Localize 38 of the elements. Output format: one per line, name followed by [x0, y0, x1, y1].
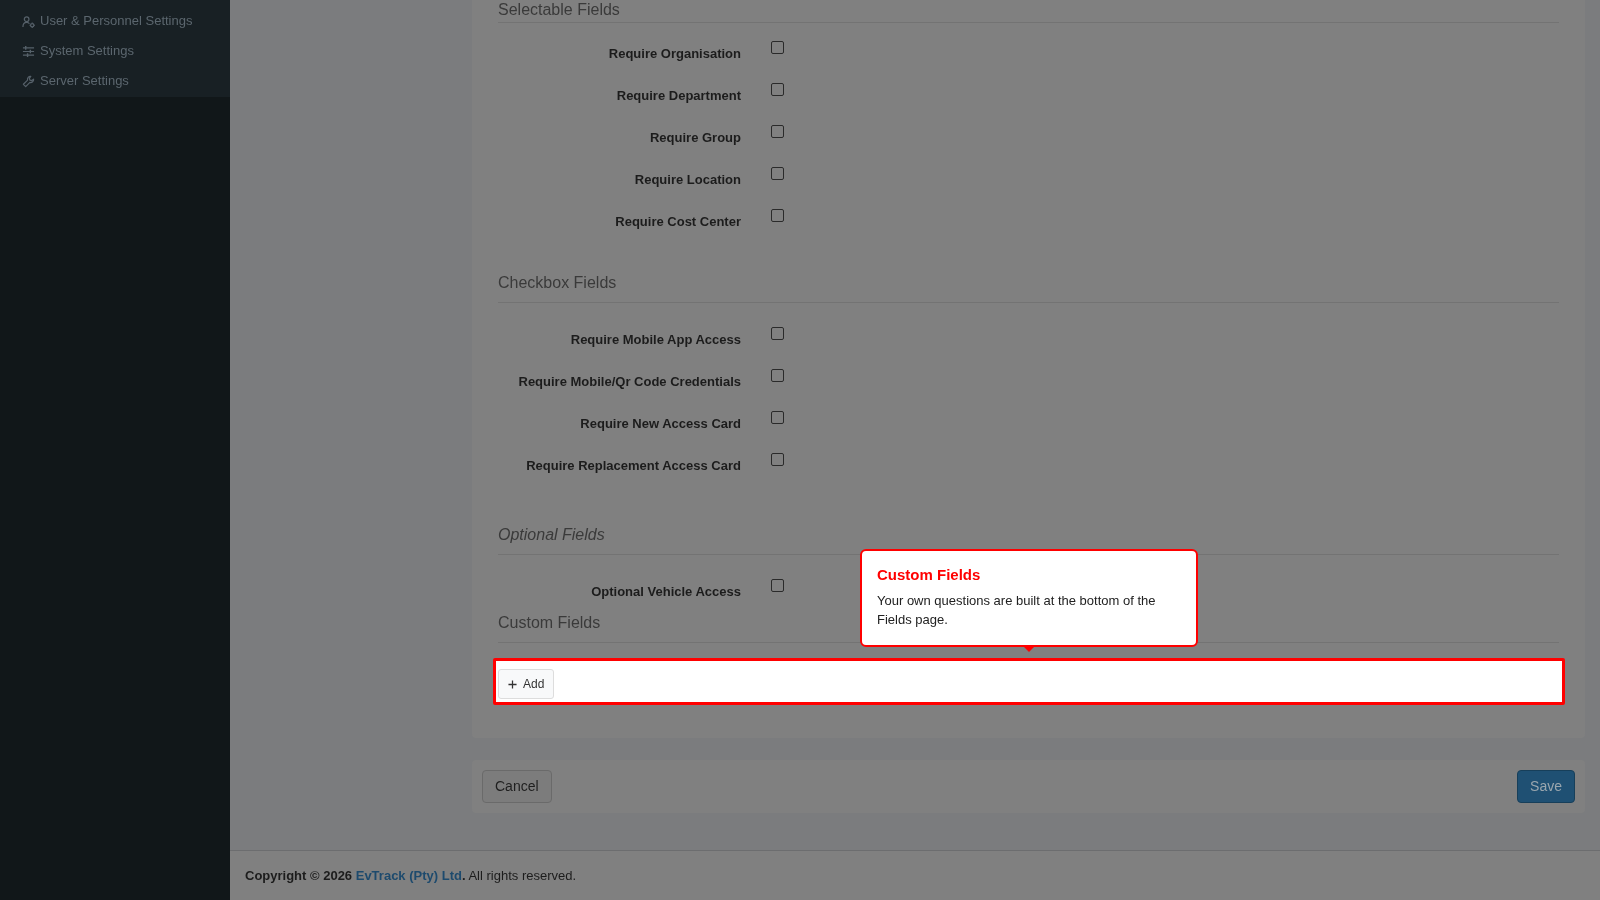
checkbox[interactable]	[771, 369, 784, 382]
field-label: Require Group	[650, 129, 741, 147]
checkbox[interactable]	[771, 579, 784, 592]
checkbox[interactable]	[771, 209, 784, 222]
sliders-icon	[22, 44, 35, 58]
add-button[interactable]: Add	[498, 669, 555, 699]
checkbox[interactable]	[771, 167, 784, 180]
sidebar-item[interactable]: User & Personnel Settings	[0, 6, 230, 36]
field-label: Require Organisation	[608, 45, 741, 63]
section-heading: Selectable Fields	[498, 0, 620, 20]
field-label: Require Replacement Access Card	[526, 457, 741, 475]
checkbox[interactable]	[771, 83, 784, 96]
section-heading: Checkbox Fields	[498, 273, 617, 293]
section-heading: Optional Fields	[498, 525, 605, 545]
save-button[interactable]: Save	[1517, 770, 1575, 803]
field-label: Require Location	[634, 171, 741, 189]
popover-title: Custom Fields	[877, 565, 982, 585]
field-label: Require Department	[616, 87, 741, 105]
checkbox[interactable]	[771, 125, 784, 138]
checkbox[interactable]	[771, 411, 784, 424]
field-label: Optional Vehicle Access	[591, 583, 741, 601]
checkbox[interactable]	[771, 327, 784, 340]
popover-text: Your own questions are built at the bottom of the Fields page.	[877, 592, 1157, 629]
wrench-icon	[22, 74, 35, 88]
field-label: Require Mobile App Access	[570, 331, 741, 349]
sidebar-item[interactable]: Server Settings	[0, 66, 230, 96]
field-label: Require Mobile/Qr Code Credentials	[518, 373, 741, 391]
copyright-text: Copyright © 2026 EvTrack (Pty) Ltd. All rights reserved.	[245, 866, 577, 885]
field-label: Require Cost Center	[615, 213, 741, 231]
field-label: Require New Access Card	[580, 415, 741, 433]
sidebar-item[interactable]: System Settings	[0, 36, 230, 66]
checkbox[interactable]	[771, 453, 784, 466]
plus-icon	[508, 679, 517, 689]
section-heading: Custom Fields	[498, 613, 601, 633]
cancel-button[interactable]: Cancel	[482, 770, 552, 803]
checkbox[interactable]	[771, 41, 784, 54]
user-gear-icon	[22, 14, 35, 28]
company-link[interactable]: EvTrack (Pty) Ltd	[355, 867, 462, 883]
